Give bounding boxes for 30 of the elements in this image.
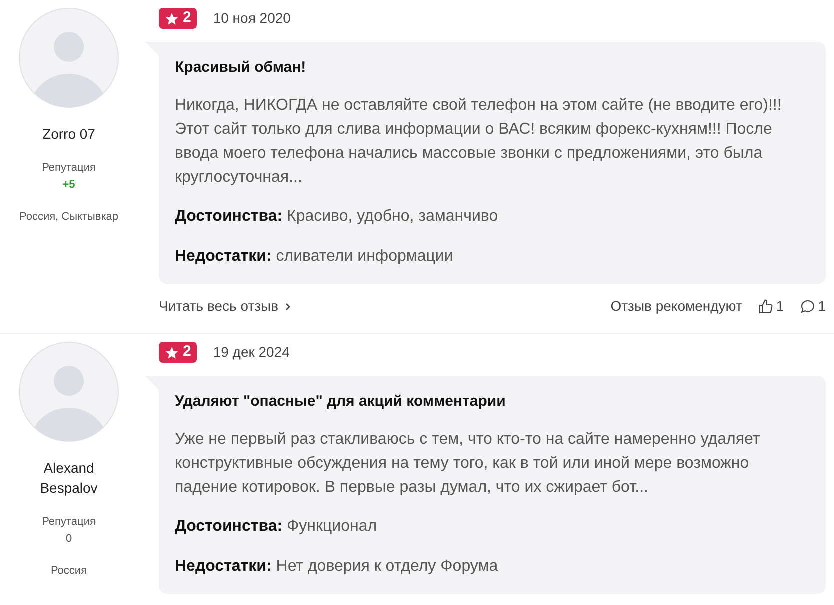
cons-text: Недостатки: Нет доверия к отделу Форума: [175, 557, 500, 577]
thumbs-up-icon: [758, 298, 774, 314]
review-title[interactable]: Красивый обман!: [175, 57, 806, 79]
recommend-label: Отзыв рекомендуют: [610, 297, 742, 316]
star-icon: [165, 346, 179, 360]
pros-text: Достоинства: Функционал: [175, 517, 378, 537]
author-location: Россия: [50, 564, 88, 579]
star-icon: [165, 12, 179, 26]
author-name[interactable]: Alexand Bespalov: [0, 458, 138, 498]
reputation-value: 0: [66, 532, 72, 546]
reputation-label: Репутация: [42, 515, 96, 530]
review-text: Никогда, НИКОГДА не оставляйте свой телефон на этом сайте (не вводите его)!!! Этот сайт только для слива информации о ВАС! всяким форекс-кухням!!! После ввода моего телефона начались массовые звонки с предложениями, это была круглосуточная...: [175, 96, 783, 188]
read-more-link[interactable]: Читать весь отзыв: [159, 296, 293, 317]
review-date: 19 дек 2024: [213, 343, 290, 362]
rating-badge: 2: [159, 342, 198, 363]
review-text: Уже не первый раз стакливаюсь с тем, что кто-то на сайте намеренно удаляет конструктивные обсуждения на тему того, как в той или иной мере возможно падение котировок. В первые разы думал, что их сжирает бот...: [175, 430, 762, 498]
author-name[interactable]: Zorro 07: [26, 124, 112, 144]
reputation-value: +5: [62, 178, 76, 192]
comment-icon: [800, 298, 816, 314]
like-button[interactable]: 1: [758, 296, 784, 317]
author-location: Россия, Сыктывкар: [19, 210, 119, 225]
avatar-icon: [19, 342, 119, 442]
pros-text: Достоинства: Красиво, удобно, заманчиво: [175, 207, 500, 227]
review-date: 10 ноя 2020: [213, 9, 291, 28]
cons-text: Недостатки: сливатели информации: [175, 247, 454, 267]
comments-button[interactable]: 1: [800, 296, 826, 317]
reputation-label: Репутация: [42, 161, 96, 176]
rating-badge: 2: [159, 8, 198, 29]
avatar-icon: [19, 8, 119, 108]
review-title[interactable]: Удаляют "опасные" для акций комментарии: [175, 391, 806, 413]
